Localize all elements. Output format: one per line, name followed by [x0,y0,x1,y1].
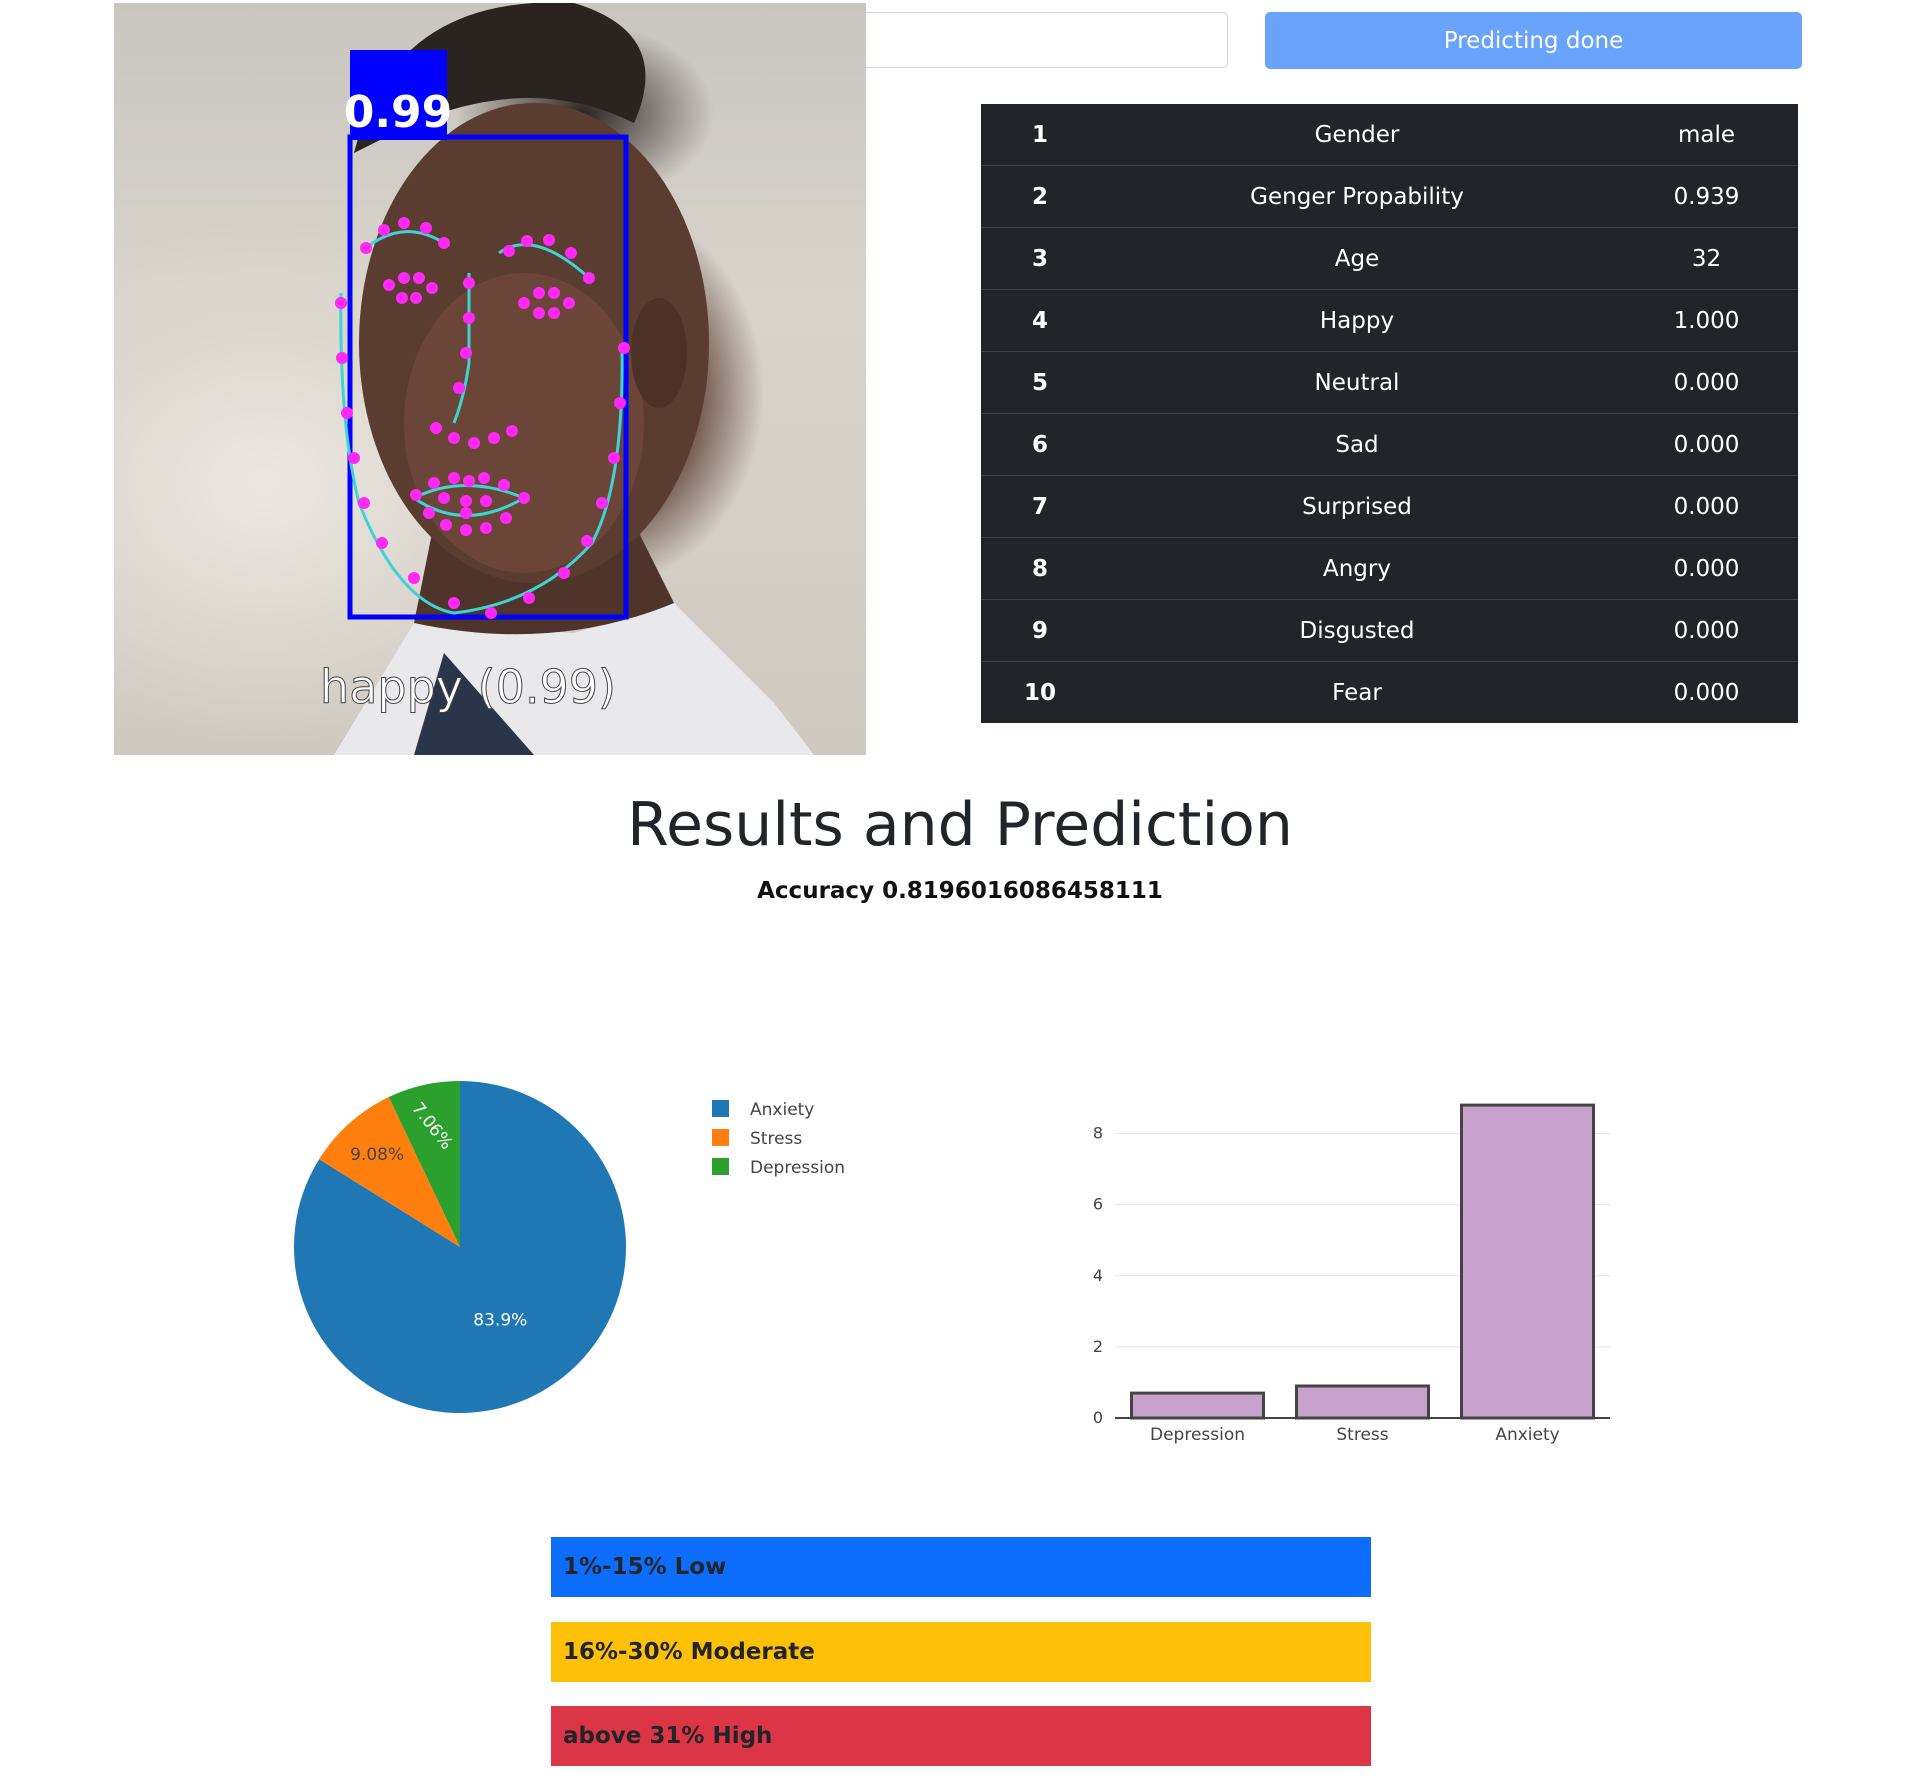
level-bar-low: 1%-15% Low [551,1537,1371,1597]
row-name: Genger Propability [1099,165,1615,228]
table-row: 4 Happy 1.000 [981,289,1798,352]
y-tick-label: 4 [1093,1266,1103,1285]
row-value: male [1615,104,1798,166]
row-index: 3 [981,227,1099,290]
row-index: 7 [981,475,1099,538]
row-value: 1.000 [1615,289,1798,352]
row-index: 9 [981,599,1099,662]
row-index: 5 [981,351,1099,414]
row-name: Fear [1332,679,1382,706]
y-tick-label: 6 [1093,1195,1103,1214]
legend-swatch-depression [712,1158,729,1175]
x-tick-label: Depression [1150,1425,1245,1445]
row-name: Age [1099,227,1615,290]
level-bar-moderate: 16%-30% Moderate [551,1622,1371,1682]
table-row: 2 Genger Propability 0.939 [981,165,1798,228]
prediction-table: 1 Gender male 2 Genger Propability 0.939 3 Age 3… [981,104,1798,723]
y-tick-label: 2 [1093,1337,1103,1356]
x-tick-label: Stress [1336,1425,1388,1445]
row-name: Disgusted [1099,599,1615,662]
level-label-low: 1%-15% Low [563,1554,727,1580]
row-name: Sad [1099,413,1615,476]
bar-stress [1295,1384,1430,1420]
table-row: 3 Age 32 [981,227,1798,290]
pie-label-anxiety: 83.9% [473,1311,527,1331]
table-row: 6 Sad 0.000 [981,413,1798,476]
accuracy-text: Accuracy 0.8196016086458111 [757,878,1163,904]
row-value: 0.000 [1615,475,1798,538]
table-row: 10 Fear 0.000 [981,662,1798,724]
row-value: 0.000 [1615,351,1798,414]
bar-chart: 0 2 4 6 8 Depression Stress Anxiety [1040,1080,1640,1460]
legend-swatch-anxiety [712,1100,729,1117]
row-name: Neutral [1099,351,1615,414]
row-value: 0.000 [1615,413,1798,476]
pie-chart: 83.9% 9.08% 7.06% Anxiety Stress Depression [250,1060,950,1440]
legend-swatch-stress [712,1129,729,1146]
level-bar-high: above 31% High [551,1706,1371,1766]
row-name: Angry [1099,537,1615,600]
face-score-text: 0.99 [344,87,453,138]
row-index: 8 [981,537,1099,600]
bar-anxiety [1460,1103,1595,1420]
table-row: 7 Surprised 0.000 [981,475,1798,538]
table-row: 5 Neutral 0.000 [981,351,1798,414]
search-input[interactable] [866,12,1228,68]
row-value: 0.939 [1615,165,1798,228]
row-value: 32 [1615,227,1798,290]
level-label-moderate: 16%-30% Moderate [563,1639,815,1665]
pie-label-stress: 9.08% [350,1145,404,1165]
row-name: Happy [1099,289,1615,352]
row-value: 0.000 [1615,599,1798,662]
row-index: 4 [981,289,1099,352]
bar-depression [1130,1391,1265,1420]
table-row: 1 Gender male [981,104,1798,166]
row-index: 2 [981,165,1099,228]
table-row: 9 Disgusted 0.000 [981,599,1798,662]
level-label-high: above 31% High [563,1723,773,1749]
row-index: 1 [981,104,1099,166]
row-name: Surprised [1099,475,1615,538]
y-tick-label: 8 [1093,1124,1103,1143]
row-index: 6 [981,413,1099,476]
legend-label-depression: Depression [750,1158,845,1178]
y-tick-label: 0 [1093,1408,1103,1427]
row-value: 0.000 [1615,537,1798,600]
face-detection-image: 0.99 happy (0.99) [114,3,866,755]
page-title: Results and Prediction [627,790,1293,860]
emotion-caption: happy (0.99) [320,660,616,714]
table-row: 8 Angry 0.000 [981,537,1798,600]
row-name: Gender [1099,104,1615,166]
row-value: 0.000 [1673,679,1740,706]
face-overlay: 0.99 happy (0.99) [320,3,814,755]
legend-label-stress: Stress [750,1129,802,1149]
predict-button[interactable]: Predicting done [1265,12,1802,69]
row-index: 10 [1023,679,1056,706]
legend-label-anxiety: Anxiety [750,1100,814,1120]
x-tick-label: Anxiety [1495,1425,1559,1445]
